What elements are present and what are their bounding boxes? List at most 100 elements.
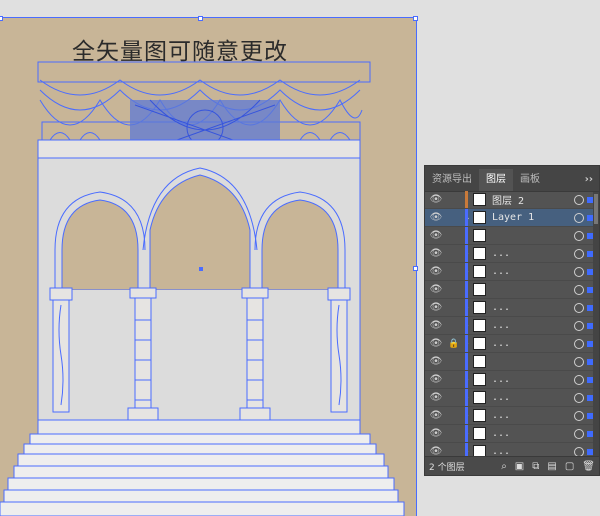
panel-menu-icon[interactable]: ››	[579, 169, 599, 191]
visibility-eye-icon[interactable]: 👁	[425, 266, 447, 277]
target-circle-icon[interactable]	[574, 374, 584, 385]
layer-color-bar	[465, 353, 468, 370]
trash-icon[interactable]: 🗑	[582, 461, 595, 472]
layer-color-bar	[465, 299, 468, 316]
new-sublayer-icon[interactable]: ▤	[547, 461, 556, 472]
layer-color-bar	[465, 371, 468, 388]
target-circle-icon[interactable]	[574, 338, 584, 349]
visibility-eye-icon[interactable]: 👁	[425, 428, 447, 439]
layer-thumbnail	[473, 427, 486, 440]
visibility-eye-icon[interactable]: 👁	[425, 248, 447, 259]
layer-row[interactable]: 👁 图层 2	[425, 191, 599, 209]
target-circle-icon[interactable]	[574, 302, 584, 313]
target-circle-icon[interactable]	[574, 320, 584, 331]
layer-list: 👁图层 2👁⌄Layer 1👁👁›...👁›...👁👁›...👁›...👁🔒›.…	[425, 191, 599, 461]
visibility-eye-icon[interactable]: 👁	[425, 302, 447, 313]
layer-thumbnail	[473, 301, 486, 314]
layer-row[interactable]: 👁›...	[425, 389, 599, 407]
visibility-eye-icon[interactable]: 👁	[425, 284, 447, 295]
target-circle-icon[interactable]	[574, 446, 584, 457]
target-circle-icon[interactable]	[574, 284, 584, 295]
layer-thumbnail	[473, 247, 486, 260]
layer-thumbnail	[473, 409, 486, 422]
target-circle-icon[interactable]	[574, 356, 584, 367]
layer-row[interactable]: 👁›...	[425, 299, 599, 317]
layer-thumbnail	[473, 193, 486, 206]
resize-handle-top[interactable]	[198, 16, 203, 21]
layer-thumbnail	[473, 283, 486, 296]
resize-handle-top-right[interactable]	[413, 16, 418, 21]
new-layer-icon[interactable]: ▢	[565, 461, 574, 472]
layer-name[interactable]: ...	[492, 302, 574, 313]
layer-row[interactable]: 👁›...	[425, 263, 599, 281]
layer-color-bar	[465, 263, 468, 280]
visibility-eye-icon[interactable]: 👁	[425, 374, 447, 385]
layer-row[interactable]: 👁›...	[425, 371, 599, 389]
tab-asset-export[interactable]: 资源导出	[425, 169, 479, 191]
layer-color-bar	[465, 407, 468, 424]
layer-row[interactable]: 👁	[425, 281, 599, 299]
target-circle-icon[interactable]	[574, 428, 584, 439]
layer-thumbnail	[473, 391, 486, 404]
layer-thumbnail	[473, 319, 486, 332]
layer-name[interactable]: 图层 2	[492, 192, 574, 207]
target-circle-icon[interactable]	[574, 248, 584, 259]
layer-name[interactable]: ...	[492, 320, 574, 331]
center-point	[199, 267, 203, 271]
visibility-eye-icon[interactable]: 👁	[425, 392, 447, 403]
scrollbar-thumb[interactable]	[594, 194, 598, 224]
layer-color-bar	[465, 191, 468, 208]
layer-name[interactable]: ...	[492, 266, 574, 277]
layer-name[interactable]: ...	[492, 428, 574, 439]
layer-thumbnail	[473, 211, 486, 224]
target-circle-icon[interactable]	[574, 194, 584, 205]
layer-row[interactable]: 👁🔒›...	[425, 335, 599, 353]
layer-row[interactable]: 👁⌄Layer 1	[425, 209, 599, 227]
clipping-mask-icon[interactable]: ⧉	[532, 461, 539, 472]
target-circle-icon[interactable]	[574, 392, 584, 403]
layer-name[interactable]: ...	[492, 248, 574, 259]
visibility-eye-icon[interactable]: 👁	[425, 230, 447, 241]
search-icon[interactable]: ⌕	[501, 461, 507, 472]
tab-layers[interactable]: 图层	[479, 169, 513, 191]
target-circle-icon[interactable]	[574, 230, 584, 241]
layer-thumbnail	[473, 337, 486, 350]
layer-row[interactable]: 👁›...	[425, 245, 599, 263]
target-circle-icon[interactable]	[574, 410, 584, 421]
layer-thumbnail	[473, 355, 486, 368]
tab-artboards[interactable]: 画板	[513, 169, 547, 191]
layer-row[interactable]: 👁	[425, 353, 599, 371]
layer-row[interactable]: 👁›...	[425, 425, 599, 443]
layer-name[interactable]: ...	[492, 410, 574, 421]
headline-text: 全矢量图可随意更改	[72, 39, 288, 65]
visibility-eye-icon[interactable]: 👁	[425, 320, 447, 331]
layer-name[interactable]: Layer 1	[492, 212, 574, 223]
layer-count: 2 个图层	[429, 462, 465, 473]
layer-row[interactable]: 👁	[425, 227, 599, 245]
gothic-arcade-artwork[interactable]	[0, 0, 416, 516]
panel-tab-bar: 资源导出 图层 画板 ››	[425, 166, 599, 192]
visibility-eye-icon[interactable]: 👁	[425, 194, 447, 205]
layer-row[interactable]: 👁›...	[425, 317, 599, 335]
resize-handle-right[interactable]	[413, 266, 418, 271]
layer-color-bar	[465, 335, 468, 352]
visibility-eye-icon[interactable]: 👁	[425, 410, 447, 421]
visibility-eye-icon[interactable]: 👁	[425, 356, 447, 367]
resize-handle-top-left[interactable]	[0, 16, 3, 21]
layer-row[interactable]: 👁›...	[425, 407, 599, 425]
layer-color-bar	[465, 425, 468, 442]
layer-name[interactable]: ...	[492, 338, 574, 349]
visibility-eye-icon[interactable]: 👁	[425, 338, 447, 349]
target-circle-icon[interactable]	[574, 212, 584, 223]
panel-footer: 2 个图层 ⌕ ▣ ⧉ ▤ ▢ 🗑	[425, 456, 599, 475]
layer-thumbnail	[473, 229, 486, 242]
layer-name[interactable]: ...	[492, 392, 574, 403]
layer-color-bar	[465, 389, 468, 406]
lock-icon[interactable]: 🔒	[447, 339, 461, 349]
target-circle-icon[interactable]	[574, 266, 584, 277]
layer-color-bar	[465, 281, 468, 298]
visibility-eye-icon[interactable]: 👁	[425, 212, 447, 223]
export-icon[interactable]: ▣	[515, 461, 524, 472]
layer-list-scrollbar[interactable]	[593, 192, 599, 457]
layer-name[interactable]: ...	[492, 374, 574, 385]
